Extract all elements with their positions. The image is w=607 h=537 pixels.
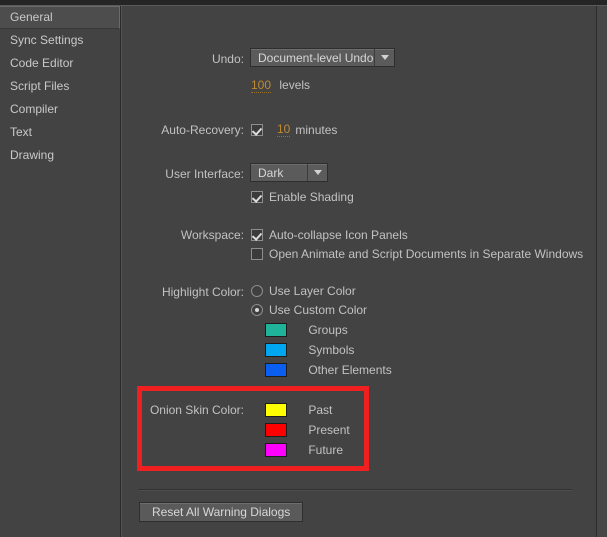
present-swatch-row: Present	[265, 422, 350, 437]
enable-shading-row[interactable]: Enable Shading	[251, 190, 354, 204]
user-interface-theme-dropdown[interactable]: Dark	[250, 163, 328, 182]
sidebar-item-label: General	[10, 10, 53, 24]
auto-collapse-checkbox[interactable]	[251, 229, 263, 241]
sidebar-item-label: Drawing	[10, 148, 55, 162]
sidebar-item-sync-settings[interactable]: Sync Settings	[0, 29, 120, 52]
auto-collapse-label: Auto-collapse Icon Panels	[269, 228, 408, 242]
future-swatch-label: Future	[308, 442, 344, 457]
preferences-dialog: General Sync Settings Code Editor Script…	[0, 0, 607, 537]
sidebar-item-compiler[interactable]: Compiler	[0, 98, 120, 121]
reset-all-warning-dialogs-button[interactable]: Reset All Warning Dialogs	[139, 502, 304, 522]
symbols-swatch-row: Symbols	[265, 342, 354, 357]
right-panel-gutter	[597, 6, 607, 537]
sidebar-item-text[interactable]: Text	[0, 121, 120, 144]
sidebar-item-code-editor[interactable]: Code Editor	[0, 52, 120, 75]
present-swatch-label: Present	[308, 422, 350, 437]
separate-windows-checkbox[interactable]	[251, 248, 263, 260]
auto-recovery-minutes-suffix: minutes	[295, 122, 338, 137]
other-elements-swatch-label: Other Elements	[308, 362, 392, 377]
undo-levels-row: 100 levels	[251, 78, 311, 93]
other-elements-color-swatch[interactable]	[265, 362, 287, 377]
chevron-down-icon[interactable]	[375, 49, 394, 66]
undo-label: Undo:	[211, 52, 244, 66]
past-color-swatch[interactable]	[265, 402, 287, 417]
future-swatch-row: Future	[265, 442, 343, 457]
past-swatch-label: Past	[308, 402, 333, 417]
use-custom-color-label: Use Custom Color	[269, 303, 368, 317]
onion-skin-color-label: Onion Skin Color:	[149, 403, 244, 417]
sidebar-item-label: Sync Settings	[10, 33, 84, 47]
groups-swatch-label: Groups	[308, 322, 348, 337]
groups-color-swatch[interactable]	[265, 322, 287, 337]
category-sidebar: General Sync Settings Code Editor Script…	[0, 6, 120, 537]
enable-shading-label: Enable Shading	[269, 190, 354, 204]
undo-mode-value: Document-level Undo	[258, 50, 374, 65]
use-layer-color-row[interactable]: Use Layer Color	[251, 284, 356, 298]
undo-levels-suffix: levels	[279, 78, 311, 92]
highlight-color-label: Highlight Color:	[161, 285, 244, 299]
undo-mode-dropdown[interactable]: Document-level Undo	[250, 48, 395, 67]
sidebar-item-general[interactable]: General	[0, 6, 120, 29]
general-settings-pane: Undo: Document-level Undo 100 levels Aut…	[122, 6, 596, 537]
present-color-swatch[interactable]	[265, 422, 287, 437]
undo-levels-input[interactable]: 100	[251, 78, 272, 93]
auto-recovery-checkbox[interactable]	[251, 123, 263, 136]
use-custom-color-row[interactable]: Use Custom Color	[251, 303, 367, 317]
auto-recovery-row: 10 minutes	[251, 122, 337, 137]
sidebar-item-drawing[interactable]: Drawing	[0, 144, 120, 167]
user-interface-theme-value: Dark	[258, 165, 284, 180]
symbols-color-swatch[interactable]	[265, 342, 287, 357]
sidebar-item-label: Code Editor	[10, 56, 74, 70]
chevron-down-icon[interactable]	[308, 164, 327, 181]
use-layer-color-radio[interactable]	[251, 285, 263, 297]
groups-swatch-row: Groups	[265, 322, 348, 337]
past-swatch-row: Past	[265, 402, 332, 417]
symbols-swatch-label: Symbols	[308, 342, 355, 357]
future-color-swatch[interactable]	[265, 442, 287, 457]
auto-collapse-row[interactable]: Auto-collapse Icon Panels	[251, 228, 408, 242]
separate-windows-row[interactable]: Open Animate and Script Documents in Sep…	[251, 247, 583, 261]
auto-recovery-minutes-input[interactable]: 10	[277, 122, 291, 137]
separate-windows-label: Open Animate and Script Documents in Sep…	[269, 247, 584, 261]
user-interface-label: User Interface:	[165, 167, 244, 181]
section-divider-highlight	[138, 490, 572, 491]
workspace-label: Workspace:	[180, 228, 244, 242]
sidebar-item-script-files[interactable]: Script Files	[0, 75, 120, 98]
use-layer-color-label: Use Layer Color	[269, 284, 356, 298]
enable-shading-checkbox[interactable]	[251, 191, 263, 203]
sidebar-item-label: Text	[10, 125, 33, 139]
other-elements-swatch-row: Other Elements	[265, 362, 392, 377]
sidebar-item-label: Compiler	[10, 102, 59, 116]
sidebar-item-label: Script Files	[10, 79, 70, 93]
auto-recovery-label: Auto-Recovery:	[161, 123, 244, 137]
use-custom-color-radio[interactable]	[251, 304, 263, 316]
